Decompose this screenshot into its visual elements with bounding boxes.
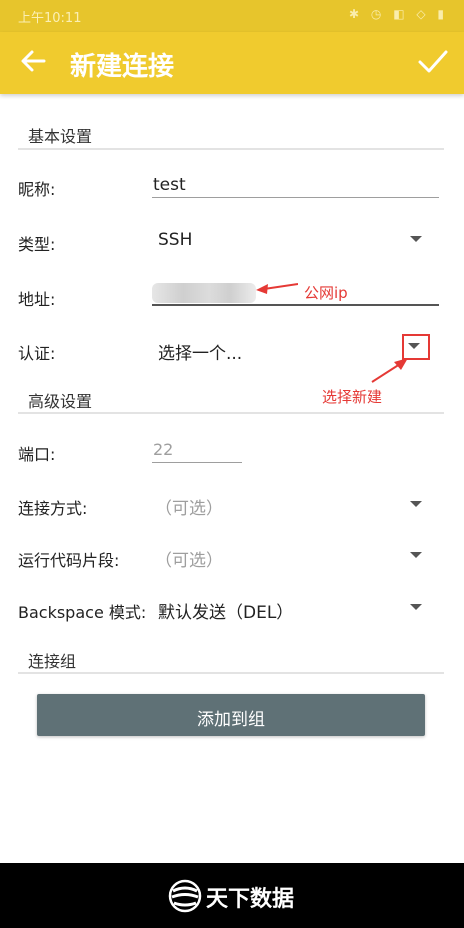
section-divider xyxy=(18,148,444,150)
nickname-input[interactable]: test xyxy=(153,175,186,195)
auth-select[interactable]: 选择一个... xyxy=(158,339,242,364)
port-input[interactable]: 22 xyxy=(153,440,173,459)
type-select[interactable]: SSH xyxy=(158,230,192,250)
section-basic-header: 基本设置 xyxy=(28,127,93,146)
snippet-dropdown-icon[interactable] xyxy=(410,552,422,558)
checkmark-icon[interactable] xyxy=(416,44,450,78)
section-group-header: 连接组 xyxy=(28,652,77,671)
page-title: 新建连接 xyxy=(70,52,175,82)
annotation-arrow-icon xyxy=(256,283,298,294)
status-bar: 上午10:11 ✱ ◷ ◧ ◇ ▮ xyxy=(0,0,464,32)
auth-annotation: 选择新建 xyxy=(322,388,383,406)
back-arrow-icon[interactable] xyxy=(18,46,48,76)
address-redacted-value[interactable] xyxy=(152,283,256,303)
brand-name: 天下数据 xyxy=(206,887,295,912)
port-label: 端口: xyxy=(18,445,56,464)
section-divider xyxy=(18,672,444,674)
port-underline xyxy=(152,462,242,463)
add-to-group-button[interactable]: 添加到组 xyxy=(37,694,425,736)
status-time: 上午10:11 xyxy=(18,11,82,26)
address-underline xyxy=(152,304,439,306)
nickname-underline xyxy=(152,197,439,198)
app-bar: 新建连接 xyxy=(0,32,464,94)
snippet-label: 运行代码片段: xyxy=(18,551,120,570)
watermark-bar: 天下数据 xyxy=(0,863,464,928)
backspace-dropdown-icon[interactable] xyxy=(410,604,422,610)
type-dropdown-icon[interactable] xyxy=(410,236,422,242)
status-icons: ✱ ◷ ◧ ◇ ▮ xyxy=(349,7,448,21)
type-label: 类型: xyxy=(18,235,56,254)
section-divider xyxy=(18,412,444,414)
brand-logo-icon xyxy=(168,879,202,913)
backspace-select[interactable]: 默认发送（DEL） xyxy=(158,598,293,623)
snippet-select[interactable]: （可选） xyxy=(155,546,223,571)
backspace-label: Backspace 模式: xyxy=(18,603,147,622)
address-label: 地址: xyxy=(18,290,56,309)
auth-label: 认证: xyxy=(18,344,56,363)
connect-method-select[interactable]: （可选） xyxy=(155,494,223,519)
address-annotation: 公网ip xyxy=(304,284,348,302)
annotation-arrow-icon xyxy=(371,358,408,383)
section-advanced-header: 高级设置 xyxy=(28,392,93,411)
nickname-label: 昵称: xyxy=(18,180,56,199)
connect-method-label: 连接方式: xyxy=(18,499,88,518)
add-to-group-label: 添加到组 xyxy=(197,710,265,730)
connect-method-dropdown-icon[interactable] xyxy=(410,501,422,507)
